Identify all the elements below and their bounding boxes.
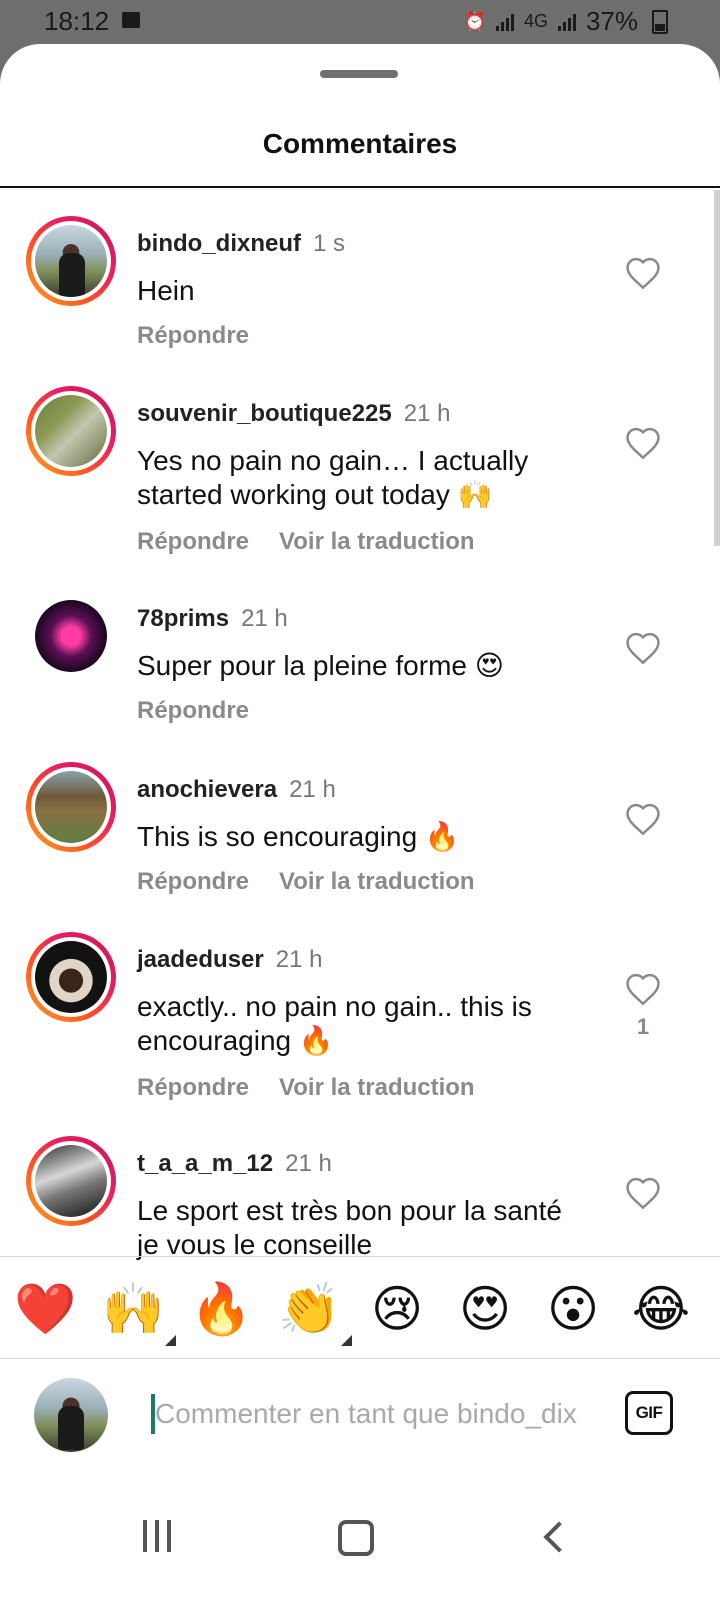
avatar[interactable]: [26, 386, 116, 476]
comment-text: This is so encouraging 🔥: [137, 821, 460, 852]
status-bar: 18:12 ⏰ 4G 37%: [0, 0, 720, 44]
skin-tone-indicator-icon: [341, 1335, 352, 1346]
comment-username[interactable]: 78prims: [137, 605, 229, 632]
comment-actions: Répondre Voir la traduction: [137, 868, 475, 896]
reply-button[interactable]: Répondre: [137, 528, 249, 555]
comment-text: Hein: [137, 275, 195, 306]
translate-button[interactable]: Voir la traduction: [279, 1074, 475, 1101]
reaction-raising-hands-emoji: 🙌: [102, 1281, 165, 1337]
battery-icon: [652, 9, 668, 34]
comment-username-row: souvenir_boutique225 21 h: [137, 400, 450, 428]
comment-time: 21 h: [289, 776, 336, 803]
reply-button[interactable]: Répondre: [137, 868, 249, 895]
comment-actions: Répondre Voir la traduction: [137, 1074, 475, 1102]
comment-username[interactable]: bindo_dixneuf: [137, 230, 301, 257]
heart-icon[interactable]: [624, 972, 662, 1006]
my-avatar: [34, 1378, 108, 1452]
reaction-laughing[interactable]: 😂: [630, 1278, 692, 1340]
sheet-title: Commentaires: [262, 128, 458, 159]
heart-icon[interactable]: [624, 426, 662, 460]
network-type: 4G: [523, 11, 548, 31]
reaction-surprised[interactable]: 😮: [542, 1278, 604, 1340]
comment-time: 1 s: [313, 230, 346, 257]
gif-button[interactable]: GIF: [625, 1391, 673, 1435]
comment-actions: Répondre Voir la traduction: [137, 528, 475, 556]
alarm-icon: ⏰: [463, 11, 486, 31]
drag-handle[interactable]: [320, 70, 398, 78]
status-icons: ⏰ 4G 37%: [464, 6, 668, 37]
skin-tone-indicator-icon: [165, 1335, 176, 1346]
reactions-divider: [0, 1256, 720, 1257]
comment-text: Super pour la pleine forme 😍: [137, 650, 504, 681]
comment-time: 21 h: [285, 1150, 332, 1177]
comment-username[interactable]: anochievera: [137, 776, 277, 803]
avatar[interactable]: [26, 216, 116, 306]
reply-button[interactable]: Répondre: [137, 1074, 249, 1101]
avatar[interactable]: [26, 932, 116, 1022]
system-nav-bar: [0, 1484, 720, 1600]
comment-username-row: jaadeduser 21 h: [137, 946, 322, 974]
comment-actions: Répondre: [137, 322, 249, 350]
comment-text: Yes no pain no gain… I actually started …: [137, 445, 529, 510]
reaction-heart-eyes[interactable]: 😍: [454, 1278, 516, 1340]
avatar[interactable]: [26, 762, 116, 852]
reply-button[interactable]: Répondre: [137, 322, 249, 349]
like-count: 1: [636, 1014, 650, 1039]
reaction-heart[interactable]: ❤️: [14, 1278, 76, 1340]
signal-icon-2: [557, 13, 576, 31]
translate-button[interactable]: Voir la traduction: [279, 528, 475, 555]
comment-username-row: bindo_dixneuf 1 s: [137, 230, 345, 258]
scrollbar[interactable]: [714, 190, 720, 546]
comment-username[interactable]: souvenir_boutique225: [137, 400, 392, 427]
back-icon[interactable]: [543, 1521, 575, 1553]
heart-icon[interactable]: [624, 802, 662, 836]
comment-username-row: anochievera 21 h: [137, 776, 336, 804]
comments-list[interactable]: bindo_dixneuf 1 s Hein Répondre souvenir_…: [0, 190, 720, 1260]
heart-icon[interactable]: [624, 256, 662, 290]
reply-button[interactable]: Répondre: [137, 697, 249, 724]
gallery-notification-icon: [122, 12, 140, 28]
home-icon[interactable]: [338, 1520, 374, 1556]
battery-percent: 37%: [585, 6, 638, 36]
comment-username-row: 78prims 21 h: [137, 605, 288, 633]
comment-time: 21 h: [241, 605, 288, 632]
status-time: 18:12: [44, 6, 110, 36]
comment-text: Le sport est très bon pour la santé je v…: [137, 1195, 562, 1260]
reaction-clapping-emoji: 👏: [278, 1281, 341, 1337]
comment-time: 21 h: [403, 400, 451, 427]
comment-username[interactable]: jaadeduser: [137, 946, 264, 973]
quick-reactions-bar: ❤️ 🙌 🔥 👏 😢 😍 😮 😂: [0, 1266, 720, 1358]
heart-icon[interactable]: [624, 1176, 662, 1210]
recent-apps-icon[interactable]: [143, 1520, 179, 1557]
comments-sheet: Commentaires bindo_dixneuf 1 s Hein Répon…: [0, 44, 720, 1600]
comment-input[interactable]: [155, 1390, 595, 1438]
signal-icon: [495, 13, 514, 31]
avatar[interactable]: [26, 591, 116, 681]
comment-time: 21 h: [275, 946, 323, 973]
composer-divider: [0, 1358, 720, 1359]
title-divider: [0, 186, 720, 188]
reaction-crying[interactable]: 😢: [366, 1278, 428, 1340]
reaction-raising-hands[interactable]: 🙌: [102, 1278, 176, 1346]
reaction-fire[interactable]: 🔥: [190, 1278, 252, 1340]
comment-actions: Répondre: [137, 697, 249, 725]
heart-icon[interactable]: [624, 631, 662, 665]
avatar[interactable]: [26, 1136, 116, 1226]
reaction-clapping[interactable]: 👏: [278, 1278, 352, 1346]
comment-username-row: t_a_a_m_12 21 h: [137, 1150, 332, 1178]
comment-username[interactable]: t_a_a_m_12: [137, 1150, 273, 1177]
translate-button[interactable]: Voir la traduction: [279, 868, 475, 895]
comment-text: exactly.. no pain no gain.. this is enco…: [137, 991, 532, 1056]
